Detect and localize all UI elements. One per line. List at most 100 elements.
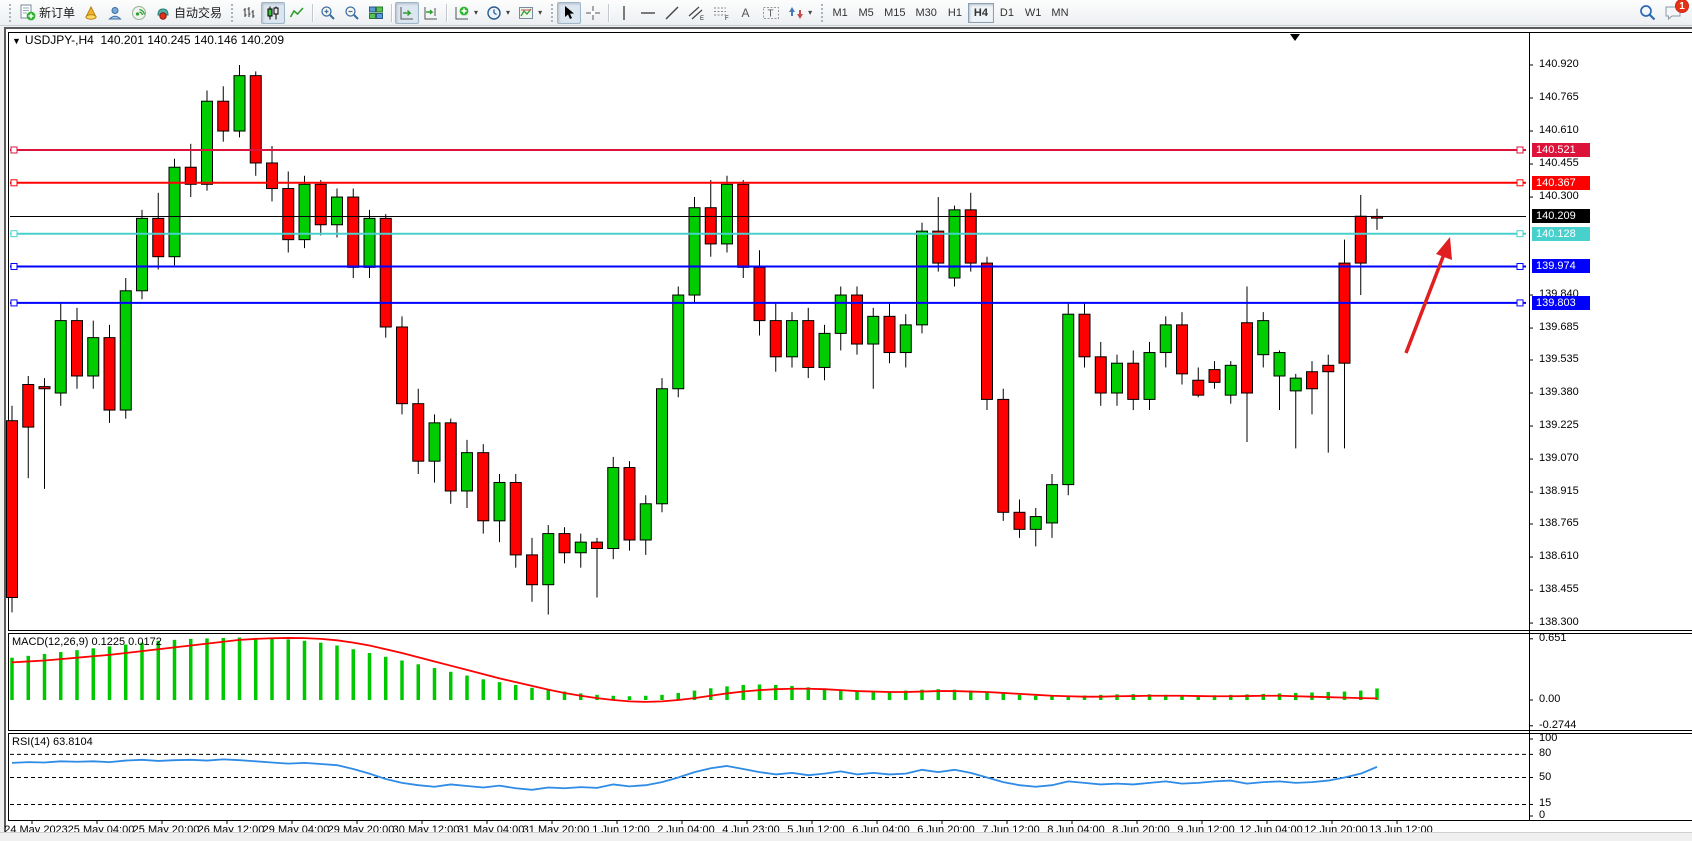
candle-body — [267, 163, 278, 189]
indicators-button[interactable]: ▾ — [450, 2, 482, 24]
horizontal-line-tool-button[interactable] — [636, 2, 660, 24]
candle-body — [1307, 372, 1318, 389]
price-level-badge: 140.521 — [1532, 143, 1590, 157]
candle-body — [1193, 380, 1204, 395]
line-handle — [11, 231, 17, 237]
notifications-button[interactable]: 1 — [1664, 4, 1682, 21]
toolbar-grip[interactable] — [229, 4, 234, 22]
chart-collapse-icon[interactable]: ▼ — [12, 36, 21, 46]
rsi-tick-label: 0 — [1539, 809, 1545, 821]
clock-icon — [486, 5, 502, 21]
timeframe-m15[interactable]: M15 — [879, 3, 910, 23]
chart-window[interactable]: ▼USDJPY-,H4 140.201 140.245 140.146 140.… — [4, 27, 1692, 834]
macd-histogram-bar — [1262, 694, 1266, 700]
periods-button[interactable]: ▾ — [482, 2, 514, 24]
bar-chart-button[interactable] — [237, 2, 261, 24]
candle-body — [592, 542, 603, 548]
candle-body — [364, 218, 375, 267]
arrows-tool-button[interactable]: ▾ — [784, 2, 816, 24]
vertical-line-icon — [617, 5, 631, 21]
candle-body — [1014, 512, 1025, 529]
zoom-in-icon — [320, 5, 336, 21]
svg-text:A: A — [742, 6, 750, 20]
crosshair-tool-button[interactable] — [581, 2, 605, 24]
cursor-tool-button[interactable] — [557, 2, 581, 24]
macd-histogram-bar — [303, 641, 307, 700]
chart-shift-button[interactable] — [419, 2, 443, 24]
zoom-in-button[interactable] — [316, 2, 340, 24]
macd-histogram-bar — [1018, 695, 1022, 700]
macd-histogram-bar — [433, 668, 437, 700]
macd-histogram-bar — [823, 689, 827, 700]
price-tick-label: 140.300 — [1539, 190, 1579, 202]
candle-body — [803, 321, 814, 368]
candle-body — [494, 482, 505, 520]
vertical-line-tool-button[interactable] — [612, 2, 636, 24]
candlestick-chart-button[interactable] — [261, 2, 285, 24]
zoom-out-button[interactable] — [340, 2, 364, 24]
macd-histogram-bar — [498, 682, 502, 700]
candle-body — [608, 468, 619, 549]
search-icon[interactable] — [1639, 4, 1656, 21]
trendline-tool-button[interactable] — [660, 2, 684, 24]
timeframe-m5[interactable]: M5 — [853, 3, 879, 23]
chart-window-button[interactable] — [79, 2, 103, 24]
toolbar: 新订单 自动 — [0, 0, 1692, 26]
profile-button[interactable] — [103, 2, 127, 24]
candle-body — [1095, 357, 1106, 393]
macd-histogram-bar — [384, 657, 388, 700]
timeframe-mn[interactable]: MN — [1046, 3, 1073, 23]
timeframe-w1[interactable]: W1 — [1020, 3, 1047, 23]
candle-body — [413, 404, 424, 462]
candle-body — [949, 210, 960, 278]
mt4-application: { "toolbar": { "new_order_label": "新订单",… — [0, 0, 1692, 841]
candle-body — [933, 231, 944, 263]
candle-body — [72, 321, 83, 376]
macd-histogram-bar — [417, 664, 421, 700]
macd-histogram-bar — [628, 696, 632, 700]
timeframe-h4[interactable]: H4 — [968, 3, 994, 23]
toolbar-grip[interactable] — [549, 4, 554, 22]
candle-body — [1209, 370, 1220, 383]
rsi-indicator-label: RSI(14) 63.8104 — [12, 736, 93, 748]
candle-body — [104, 338, 115, 410]
tile-windows-button[interactable] — [364, 2, 388, 24]
chart-canvas[interactable] — [6, 29, 1692, 836]
signal-button[interactable] — [127, 2, 151, 24]
macd-histogram-bar — [1327, 692, 1331, 700]
candle-body — [429, 423, 440, 461]
equidistant-channel-tool-button[interactable]: E — [684, 2, 709, 24]
macd-indicator-label: MACD(12,26,9) 0.1225 0.0172 — [12, 636, 162, 648]
auto-trading-button[interactable]: 自动交易 — [151, 2, 226, 24]
price-tick-label: 140.455 — [1539, 157, 1579, 169]
macd-histogram-bar — [514, 685, 518, 700]
text-label-tool-button[interactable]: T — [758, 2, 784, 24]
timeframe-h1[interactable]: H1 — [942, 3, 968, 23]
line-chart-icon — [289, 5, 305, 21]
fibonacci-tool-button[interactable]: F — [709, 2, 734, 24]
dropdown-caret-icon: ▾ — [506, 8, 510, 17]
line-handle — [1517, 180, 1523, 186]
templates-button[interactable]: ▾ — [514, 2, 546, 24]
new-order-label: 新订单 — [39, 4, 75, 21]
candle-body — [527, 555, 538, 585]
candle-body — [1323, 365, 1334, 371]
macd-histogram-bar — [449, 672, 453, 700]
auto-scroll-button[interactable] — [395, 2, 419, 24]
price-tick-label: 138.455 — [1539, 583, 1579, 595]
price-tick-label: 138.765 — [1539, 517, 1579, 529]
text-tool-button[interactable]: A — [734, 2, 758, 24]
timeframe-m1[interactable]: M1 — [827, 3, 853, 23]
timeframe-m30[interactable]: M30 — [911, 3, 942, 23]
timeframe-d1[interactable]: D1 — [994, 3, 1020, 23]
toolbar-grip[interactable] — [7, 4, 12, 22]
new-order-button[interactable]: 新订单 — [15, 2, 79, 24]
price-tick-label: 138.610 — [1539, 550, 1579, 562]
candle-body — [153, 218, 164, 256]
toolbar-grip[interactable] — [819, 4, 824, 22]
price-level-badge: 140.128 — [1532, 227, 1590, 241]
candle-body — [348, 197, 359, 267]
candle-body — [868, 316, 879, 344]
auto-scroll-icon — [399, 5, 415, 21]
line-chart-button[interactable] — [285, 2, 309, 24]
